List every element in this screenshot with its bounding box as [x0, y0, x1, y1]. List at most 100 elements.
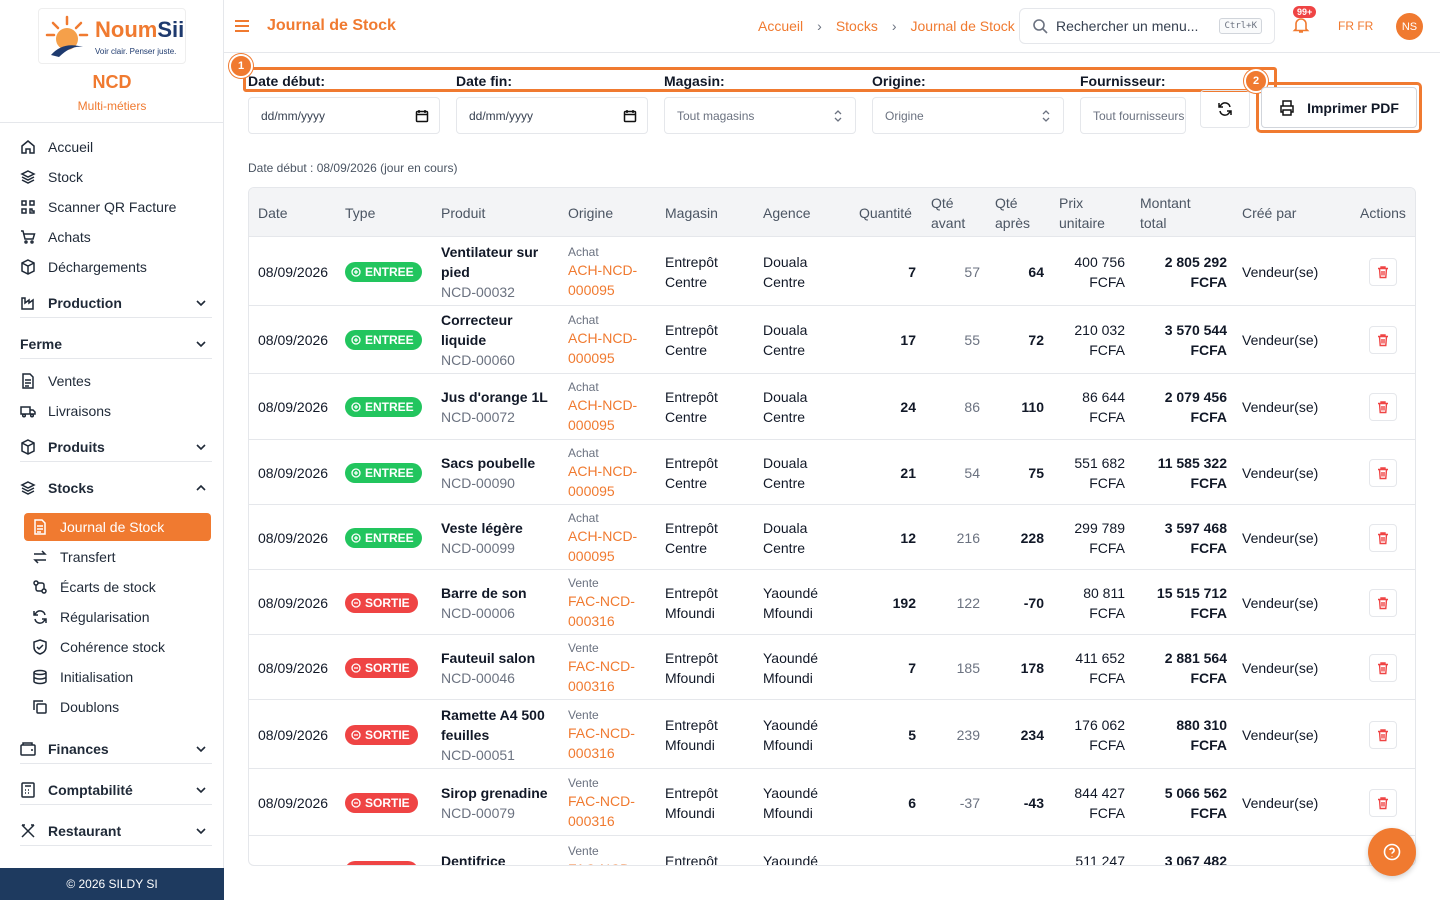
sidebar-item-transfert[interactable]: Transfert — [24, 543, 211, 571]
fournisseur-select[interactable]: Tout fournisseurs — [1080, 97, 1186, 134]
cell-agence: Douala — [763, 389, 808, 405]
cell-date: 08/09/2026 — [258, 659, 329, 676]
sidebar-group-production[interactable]: Production — [20, 288, 212, 318]
origin-ref[interactable]: FAC-NCD- — [568, 791, 648, 811]
origin-ref[interactable]: 000316 — [568, 676, 648, 696]
col-date[interactable]: Date — [258, 203, 288, 223]
col-agence[interactable]: Agence — [763, 203, 810, 223]
help-button[interactable] — [1368, 828, 1416, 876]
sidebar-item-stock[interactable]: Stock — [20, 163, 212, 191]
col-qte-avant[interactable]: Qté avant — [931, 193, 965, 233]
origin-ref[interactable]: 000095 — [568, 280, 648, 300]
origin-ref[interactable]: FAC-NCD- — [568, 723, 648, 743]
logo[interactable]: NoumSii Voir clair. Penser juste. — [38, 8, 186, 64]
origin-ref[interactable]: 000095 — [568, 415, 648, 435]
breadcrumb-stocks[interactable]: Stocks — [836, 18, 878, 34]
col-type[interactable]: Type — [345, 203, 375, 223]
menu-icon[interactable] — [234, 19, 250, 33]
origin-ref[interactable]: 000095 — [568, 546, 648, 566]
product-name: Fauteuil salon — [441, 649, 536, 666]
sidebar-group-stocks[interactable]: Stocks — [20, 473, 212, 503]
col-quantite[interactable]: Quantité — [859, 203, 912, 223]
sidebar-item-dechargements[interactable]: Déchargements — [20, 253, 212, 281]
origin-ref[interactable]: FAC-NCD- — [568, 656, 648, 676]
origin-ref[interactable]: FAC-NCD- — [568, 591, 648, 611]
delete-button[interactable] — [1369, 393, 1397, 421]
col-origine[interactable]: Origine — [568, 203, 613, 223]
delete-button[interactable] — [1369, 257, 1397, 286]
cell-prix: 80 811 — [1083, 584, 1125, 601]
cell-cree-par: Vendeur(se) — [1242, 399, 1319, 415]
origin-ref[interactable]: ACH-NCD- — [568, 328, 648, 348]
origin-ref[interactable]: 000316 — [568, 811, 648, 831]
truck-icon — [20, 406, 36, 418]
sidebar-item-achats[interactable]: Achats — [20, 223, 212, 251]
delete-button[interactable] — [1369, 326, 1397, 354]
sidebar-item-journal-stock[interactable]: Journal de Stock — [24, 513, 211, 541]
origin-ref[interactable]: ACH-NCD- — [568, 395, 648, 415]
sidebar-item-ecarts[interactable]: Écarts de stock — [24, 573, 211, 601]
sidebar-group-restaurant[interactable]: Restaurant — [20, 816, 212, 846]
magasin-select[interactable]: Tout magasins — [664, 97, 856, 134]
col-cree-par[interactable]: Créé par — [1242, 203, 1296, 223]
breadcrumb-accueil[interactable]: Accueil — [758, 18, 803, 34]
table-row[interactable]: 08/09/2026 SORTIE Sirop grenadine NCD-00079… — [249, 769, 1415, 836]
avatar[interactable]: NS — [1396, 13, 1423, 40]
table-row[interactable]: 08/09/2026 ENTREE Correcteur liquide NCD-000… — [249, 306, 1415, 374]
date-debut-field[interactable]: dd/mm/yyyy — [248, 97, 440, 134]
origin-ref[interactable]: 000095 — [568, 348, 648, 368]
cell-qte-avant: 54 — [964, 464, 980, 481]
sidebar-item-accueil[interactable]: Accueil — [20, 133, 212, 161]
date-fin-field[interactable]: dd/mm/yyyy — [456, 97, 648, 134]
origin-ref[interactable]: ACH-NCD- — [568, 461, 648, 481]
language-switch[interactable]: FR FR — [1338, 19, 1373, 33]
table-row[interactable]: 08/09/2026 SORTIE Fauteuil salon NCD-00046 V… — [249, 635, 1415, 700]
sidebar-group-ferme[interactable]: Ferme — [20, 329, 212, 359]
delete-button[interactable] — [1369, 523, 1397, 552]
sidebar-item-regularisation[interactable]: Régularisation — [24, 603, 211, 631]
cell-prix-unit: FCFA — [1089, 804, 1125, 821]
origin-ref[interactable]: FAC-NCD- — [568, 859, 648, 865]
company-name: NCD — [92, 72, 132, 92]
calendar-icon[interactable] — [623, 109, 637, 123]
sidebar-group-finances[interactable]: Finances — [20, 734, 212, 764]
table-row[interactable]: 08/09/2026 ENTREE Veste légère NCD-00099 Ach… — [249, 505, 1415, 570]
logo-sun-icon — [45, 15, 89, 57]
delete-button[interactable] — [1369, 788, 1397, 817]
col-montant[interactable]: Montant total — [1140, 193, 1191, 233]
origin-ref[interactable]: ACH-NCD- — [568, 260, 648, 280]
delete-button[interactable] — [1369, 653, 1397, 682]
sidebar-group-produits[interactable]: Produits — [20, 432, 212, 462]
table-row[interactable]: 08/09/2026 ENTREE Sacs poubelle NCD-00090 Ac… — [249, 440, 1415, 505]
origine-select[interactable]: Origine — [872, 97, 1064, 134]
col-magasin[interactable]: Magasin — [665, 203, 718, 223]
col-produit[interactable]: Produit — [441, 203, 485, 223]
sidebar-item-doublons[interactable]: Doublons — [24, 693, 211, 721]
sidebar-group-comptabilite[interactable]: Comptabilité — [20, 775, 212, 805]
calendar-icon[interactable] — [415, 109, 429, 123]
table-row[interactable]: 08/09/2026 ENTREE Jus d'orange 1L NCD-00072… — [249, 374, 1415, 440]
table-row[interactable]: 08/09/2026 ENTREE Ventilateur sur pied NCD-0… — [249, 237, 1415, 306]
origin-ref[interactable]: 000316 — [568, 611, 648, 631]
table-row[interactable]: 08/09/2026SORTIEDentifriceNCD-00000Vente… — [249, 836, 1415, 865]
delete-button[interactable] — [1369, 458, 1397, 487]
bell-icon[interactable] — [1292, 16, 1310, 34]
sidebar-item-ventes[interactable]: Ventes — [20, 367, 212, 395]
delete-button[interactable] — [1369, 720, 1397, 749]
origin-ref[interactable]: 000316 — [568, 743, 648, 763]
table-row[interactable]: 08/09/2026 SORTIE Ramette A4 500 feuilles NC… — [249, 700, 1415, 769]
origin-ref[interactable]: 000095 — [568, 481, 648, 501]
sidebar-item-coherence[interactable]: Cohérence stock — [24, 633, 211, 661]
print-pdf-button[interactable]: Imprimer PDF — [1261, 87, 1417, 128]
sidebar-item-livraisons[interactable]: Livraisons — [20, 397, 212, 425]
sidebar-item-initialisation[interactable]: Initialisation — [24, 663, 211, 691]
chevron-up-icon — [196, 484, 206, 491]
refresh-button[interactable] — [1200, 90, 1250, 128]
col-prix[interactable]: Prix unitaire — [1059, 193, 1105, 233]
table-row[interactable]: 08/09/2026 SORTIE Barre de son NCD-00006 Ven… — [249, 570, 1415, 635]
origin-ref[interactable]: ACH-NCD- — [568, 526, 648, 546]
col-qte-apres[interactable]: Qté après — [995, 193, 1030, 233]
sidebar-item-scanner[interactable]: Scanner QR Facture — [20, 193, 212, 221]
delete-button[interactable] — [1369, 588, 1397, 617]
search-input[interactable]: Rechercher un menu... Ctrl+K — [1019, 8, 1275, 44]
